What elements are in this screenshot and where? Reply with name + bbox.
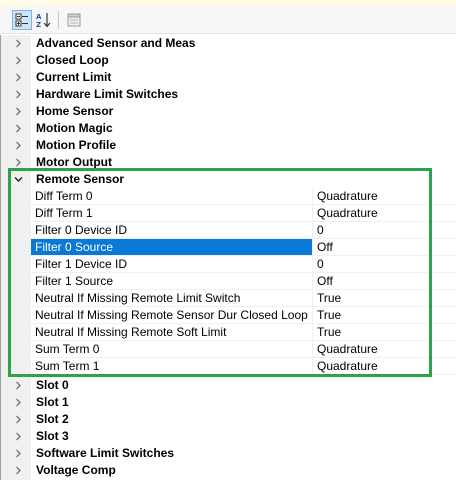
chevron-right-icon[interactable] <box>14 124 23 133</box>
property-value[interactable]: 0 <box>313 256 456 273</box>
property-value[interactable]: True <box>313 324 456 341</box>
row-divider <box>31 374 456 375</box>
svg-text:A: A <box>36 13 42 21</box>
property-value[interactable]: Quadrature <box>313 358 456 375</box>
chevron-right-icon[interactable] <box>14 381 23 390</box>
property-value[interactable]: True <box>313 290 456 307</box>
category-advanced-sensor-and-meas[interactable]: Advanced Sensor and Meas <box>1 35 456 52</box>
property-name[interactable]: Filter 0 Source <box>31 239 312 256</box>
categorized-icon <box>15 13 28 27</box>
category-label: Closed Loop <box>36 53 109 67</box>
property-name[interactable]: Filter 1 Source <box>31 273 312 290</box>
property-value[interactable]: Off <box>313 273 456 290</box>
category-motion-magic[interactable]: Motion Magic <box>1 120 456 137</box>
property-name[interactable]: Neutral If Missing Remote Soft Limit <box>31 324 312 341</box>
chevron-right-icon[interactable] <box>14 39 23 48</box>
chevron-right-icon[interactable] <box>14 90 23 99</box>
property-name[interactable]: Sum Term 0 <box>31 341 312 358</box>
chevron-right-icon[interactable] <box>14 449 23 458</box>
category-label: Motion Profile <box>36 138 116 152</box>
property-row[interactable]: Sum Term 0 Quadrature <box>1 341 456 358</box>
category-label: Home Sensor <box>36 104 114 118</box>
category-label: Slot 3 <box>36 429 69 443</box>
toolbar-separator <box>58 11 59 29</box>
category-remote-sensor[interactable]: Remote Sensor <box>1 171 456 188</box>
property-row[interactable]: Neutral If Missing Remote Limit Switch Tr… <box>1 290 456 307</box>
property-name[interactable]: Filter 0 Device ID <box>31 222 312 239</box>
property-name[interactable]: Diff Term 0 <box>31 188 312 205</box>
category-label: Software Limit Switches <box>36 446 175 460</box>
property-row[interactable]: Diff Term 1 Quadrature <box>1 205 456 222</box>
category-current-limit[interactable]: Current Limit <box>1 69 456 86</box>
category-motor-output[interactable]: Motor Output <box>1 154 456 171</box>
category-label: Motor Output <box>36 155 112 169</box>
property-pages-icon <box>67 13 81 27</box>
chevron-right-icon[interactable] <box>14 158 23 167</box>
property-value[interactable]: Off <box>313 239 456 256</box>
chevron-down-icon[interactable] <box>14 175 23 184</box>
category-software-limit-switches[interactable]: Software Limit Switches <box>1 445 456 462</box>
chevron-right-icon[interactable] <box>14 141 23 150</box>
category-slot-1[interactable]: Slot 1 <box>1 394 456 411</box>
property-value[interactable]: True <box>313 307 456 324</box>
chevron-right-icon[interactable] <box>14 398 23 407</box>
chevron-right-icon[interactable] <box>14 73 23 82</box>
category-slot-0[interactable]: Slot 0 <box>1 377 456 394</box>
property-row[interactable]: Filter 0 Source Off <box>1 239 456 256</box>
property-grid-toolbar: A Z <box>0 6 456 34</box>
category-label: Motion Magic <box>36 121 113 135</box>
category-home-sensor[interactable]: Home Sensor <box>1 103 456 120</box>
category-label: Hardware Limit Switches <box>36 87 179 101</box>
property-name[interactable]: Sum Term 1 <box>31 358 312 375</box>
property-row[interactable]: Neutral If Missing Remote Sensor Dur Clo… <box>1 307 456 324</box>
chevron-right-icon[interactable] <box>14 432 23 441</box>
chevron-right-icon[interactable] <box>14 107 23 116</box>
property-value[interactable]: Quadrature <box>313 188 456 205</box>
sort-alphabetical-icon: A Z <box>36 13 51 28</box>
alphabetical-view-button[interactable]: A Z <box>34 10 54 30</box>
property-grid: Advanced Sensor and Meas Closed Loop Curre… <box>0 35 456 480</box>
category-closed-loop[interactable]: Closed Loop <box>1 52 456 69</box>
svg-text:Z: Z <box>36 21 41 28</box>
category-label: Slot 0 <box>36 378 69 392</box>
property-name[interactable]: Neutral If Missing Remote Sensor Dur Clo… <box>31 307 312 324</box>
property-row[interactable]: Neutral If Missing Remote Soft Limit True <box>1 324 456 341</box>
property-row[interactable]: Filter 1 Device ID 0 <box>1 256 456 273</box>
property-name[interactable]: Neutral If Missing Remote Limit Switch <box>31 290 312 307</box>
property-value[interactable]: Quadrature <box>313 341 456 358</box>
category-label: Slot 1 <box>36 395 69 409</box>
category-slot-3[interactable]: Slot 3 <box>1 428 456 445</box>
property-value[interactable]: 0 <box>313 222 456 239</box>
category-voltage-comp[interactable]: Voltage Comp <box>1 462 456 479</box>
category-label: Voltage Comp <box>36 463 116 477</box>
property-pages-button[interactable] <box>64 10 84 30</box>
category-label: Advanced Sensor and Meas <box>36 36 196 50</box>
category-label: Current Limit <box>36 70 112 84</box>
property-row[interactable]: Filter 0 Device ID 0 <box>1 222 456 239</box>
property-row[interactable]: Diff Term 0 Quadrature <box>1 188 456 205</box>
chevron-right-icon[interactable] <box>14 466 23 475</box>
category-label: Remote Sensor <box>36 172 125 186</box>
category-label: Slot 2 <box>36 412 69 426</box>
property-value[interactable]: Quadrature <box>313 205 456 222</box>
property-row[interactable]: Sum Term 1 Quadrature <box>1 358 456 375</box>
category-slot-2[interactable]: Slot 2 <box>1 411 456 428</box>
property-name[interactable]: Filter 1 Device ID <box>31 256 312 273</box>
property-row[interactable]: Filter 1 Source Off <box>1 273 456 290</box>
property-name[interactable]: Diff Term 1 <box>31 205 312 222</box>
chevron-right-icon[interactable] <box>14 56 23 65</box>
chevron-right-icon[interactable] <box>14 415 23 424</box>
categorized-view-button[interactable] <box>12 10 32 30</box>
category-motion-profile[interactable]: Motion Profile <box>1 137 456 154</box>
category-hardware-limit-switches[interactable]: Hardware Limit Switches <box>1 86 456 103</box>
